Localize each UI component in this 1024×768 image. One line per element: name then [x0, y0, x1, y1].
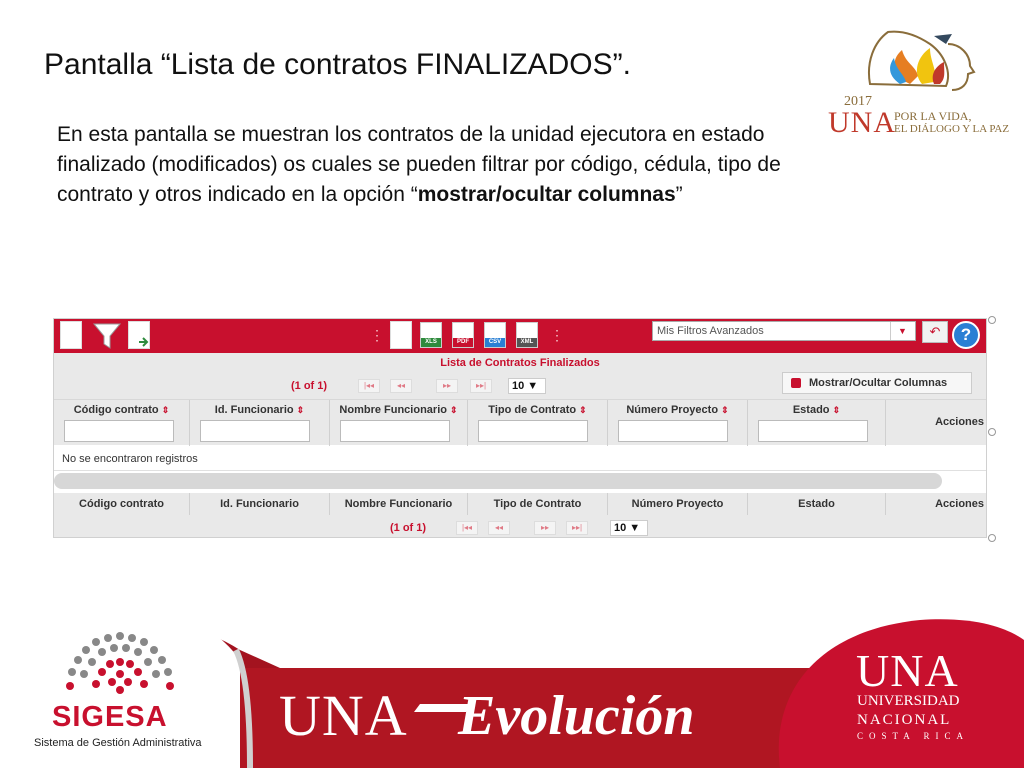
column-label: Código contrato: [73, 404, 159, 416]
sort-icon[interactable]: ⇕: [579, 405, 587, 415]
footer-column: Tipo de Contrato: [468, 493, 608, 515]
sigesa-dots-logo-icon: [66, 632, 174, 694]
export-csv-icon[interactable]: CSV: [484, 322, 506, 348]
chevron-down-icon[interactable]: ▼: [890, 322, 914, 340]
export-pdf-icon[interactable]: PDF: [452, 322, 474, 348]
university-line-1: UNIVERSIDAD: [857, 693, 960, 709]
export-xml-icon[interactable]: XML: [516, 322, 538, 348]
footer-column: Acciones: [935, 498, 984, 510]
toolbar-separator: ⋮: [370, 327, 384, 343]
page-count: (1 of 1): [291, 380, 328, 392]
export-pdf-label: PDF: [453, 338, 473, 347]
university-logo-una: UNA: [856, 645, 959, 696]
horizontal-scrollbar[interactable]: [54, 473, 986, 491]
paginator-bottom: (1 of 1) |◂◂ ◂◂ ▸▸ ▸▸| 10 ▼: [54, 515, 986, 537]
banner-evolucion-text: Evolución: [458, 685, 695, 747]
filter-input-tipo[interactable]: [478, 420, 588, 442]
export-xls-icon[interactable]: XLS: [420, 322, 442, 348]
footer-column: Nombre Funcionario: [330, 493, 468, 515]
last-page-button[interactable]: ▸▸|: [566, 521, 588, 535]
filter-funnel-icon[interactable]: [92, 321, 122, 349]
description-bold-option: mostrar/ocultar columnas: [417, 183, 676, 206]
sigesa-subtitle: Sistema de Gestión Administrativa: [34, 737, 202, 749]
sort-icon[interactable]: ⇕: [162, 405, 170, 415]
resize-handle[interactable]: [988, 428, 996, 436]
column-header-codigo[interactable]: Código contrato ⇕: [54, 400, 190, 446]
undo-button[interactable]: ↶: [922, 321, 948, 343]
column-header-nombre[interactable]: Nombre Funcionario ⇕: [330, 400, 468, 446]
show-hide-columns-label: Mostrar/Ocultar Columnas: [809, 377, 948, 389]
sort-icon[interactable]: ⇕: [833, 405, 841, 415]
empty-message: No se encontraron registros: [54, 447, 986, 471]
filter-input-estado[interactable]: [758, 420, 868, 442]
show-hide-columns-button[interactable]: Mostrar/Ocultar Columnas: [782, 372, 972, 394]
column-label: Nombre Funcionario: [339, 404, 447, 416]
filter-input-id-funcionario[interactable]: [200, 420, 310, 442]
grid-title: Lista de Contratos Finalizados: [54, 353, 986, 373]
slide-description: En esta pantalla se muestran los contrat…: [57, 120, 817, 210]
una-2017-logo: 2017 UNA POR LA VIDA, EL DIÁLOGO Y LA PA…: [826, 14, 1016, 144]
logo-tagline-2: EL DIÁLOGO Y LA PAZ: [894, 123, 1010, 135]
new-document-arrow-icon[interactable]: [128, 321, 150, 349]
footer-column: Código contrato: [54, 493, 190, 515]
column-label: Tipo de Contrato: [488, 404, 577, 416]
filter-input-codigo[interactable]: [64, 420, 174, 442]
column-header-tipo[interactable]: Tipo de Contrato ⇕: [468, 400, 608, 446]
resize-handle[interactable]: [988, 534, 996, 542]
toolbar-separator: ⋮: [550, 327, 564, 343]
page-count: (1 of 1): [390, 522, 427, 534]
scrollbar-thumb[interactable]: [54, 473, 942, 489]
advanced-filters-select[interactable]: Mis Filtros Avanzados: [652, 321, 916, 341]
slide-title: Pantalla “Lista de contratos FINALIZADOS…: [44, 48, 631, 81]
resize-handles: [988, 316, 996, 542]
first-page-button[interactable]: |◂◂: [456, 521, 478, 535]
grid-header: Código contrato ⇕ Id. Funcionario ⇕ Nomb…: [54, 399, 986, 446]
page-size-select[interactable]: 10 ▼: [610, 520, 648, 536]
footer-column: Estado: [748, 493, 886, 515]
university-line-3: COSTA RICA: [857, 731, 970, 741]
blank-page-icon[interactable]: [390, 321, 412, 349]
column-label: Acciones: [935, 416, 984, 428]
columns-icon: [791, 378, 801, 388]
university-line-2: NACIONAL: [857, 712, 952, 728]
sort-icon[interactable]: ⇕: [297, 405, 305, 415]
next-page-button[interactable]: ▸▸: [436, 379, 458, 393]
column-header-id-funcionario[interactable]: Id. Funcionario ⇕: [190, 400, 330, 446]
column-header-proyecto[interactable]: Número Proyecto ⇕: [608, 400, 748, 446]
next-page-button[interactable]: ▸▸: [534, 521, 556, 535]
export-xls-label: XLS: [421, 338, 441, 347]
grid-footer: Código contrato Id. Funcionario Nombre F…: [54, 493, 986, 515]
column-label: Id. Funcionario: [214, 404, 294, 416]
footer-column: Id. Funcionario: [190, 493, 330, 515]
footer-column: Número Proyecto: [608, 493, 748, 515]
column-label: Estado: [792, 404, 830, 416]
help-button[interactable]: ?: [952, 321, 980, 349]
prev-page-button[interactable]: ◂◂: [488, 521, 510, 535]
column-header-acciones: Acciones: [886, 400, 986, 446]
filter-input-nombre[interactable]: [340, 420, 450, 442]
description-close-quote: ”: [675, 183, 683, 206]
contracts-grid-screenshot: ⋮ XLS PDF CSV XML ⋮ Mis Filtros Avanzado…: [53, 318, 987, 538]
sort-icon[interactable]: ⇕: [721, 405, 729, 415]
sigesa-logo-text: SIGESA: [52, 701, 168, 733]
logo-tagline-1: POR LA VIDA,: [894, 109, 972, 123]
prev-page-button[interactable]: ◂◂: [390, 379, 412, 393]
resize-handle[interactable]: [988, 316, 996, 324]
last-page-button[interactable]: ▸▸|: [470, 379, 492, 393]
export-xml-label: XML: [517, 338, 537, 347]
sort-icon[interactable]: ⇕: [450, 405, 458, 415]
grid-toolbar: ⋮ XLS PDF CSV XML ⋮ Mis Filtros Avanzado…: [54, 319, 986, 353]
export-csv-label: CSV: [485, 338, 505, 347]
logo-una: UNA: [828, 106, 896, 139]
page-size-select[interactable]: 10 ▼: [508, 378, 546, 394]
first-page-button[interactable]: |◂◂: [358, 379, 380, 393]
column-header-estado[interactable]: Estado ⇕: [748, 400, 886, 446]
document-icon[interactable]: [60, 321, 82, 349]
column-label: Número Proyecto: [626, 404, 719, 416]
banner-una-text: UNA: [279, 683, 408, 748]
filter-input-proyecto[interactable]: [618, 420, 728, 442]
flame-profile-icon: [868, 30, 976, 91]
